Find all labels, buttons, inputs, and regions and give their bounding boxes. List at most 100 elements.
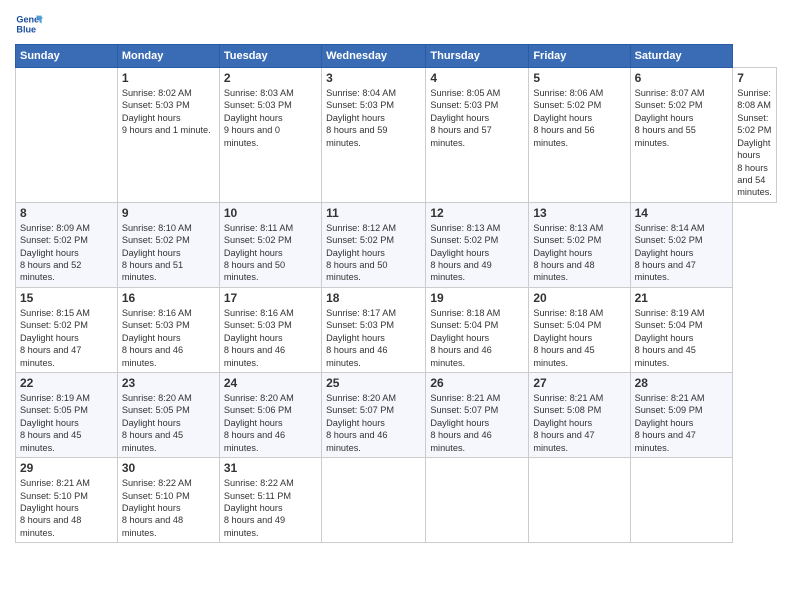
- day-cell: 31 Sunrise: 8:22 AM Sunset: 5:11 PM Dayl…: [219, 458, 321, 543]
- day-number: 7: [737, 71, 772, 85]
- day-cell: 19 Sunrise: 8:18 AM Sunset: 5:04 PM Dayl…: [426, 287, 529, 372]
- day-info: Sunrise: 8:18 AM Sunset: 5:04 PM Dayligh…: [533, 307, 625, 369]
- empty-cell: [16, 68, 118, 203]
- day-number: 18: [326, 291, 421, 305]
- day-info: Sunrise: 8:13 AM Sunset: 5:02 PM Dayligh…: [533, 222, 625, 284]
- day-info: Sunrise: 8:10 AM Sunset: 5:02 PM Dayligh…: [122, 222, 215, 284]
- day-info: Sunrise: 8:21 AM Sunset: 5:07 PM Dayligh…: [430, 392, 524, 454]
- day-info: Sunrise: 8:22 AM Sunset: 5:11 PM Dayligh…: [224, 477, 317, 539]
- day-cell: 3 Sunrise: 8:04 AM Sunset: 5:03 PM Dayli…: [322, 68, 426, 203]
- day-cell: 20 Sunrise: 8:18 AM Sunset: 5:04 PM Dayl…: [529, 287, 630, 372]
- day-number: 22: [20, 376, 113, 390]
- day-number: 31: [224, 461, 317, 475]
- day-cell: 13 Sunrise: 8:13 AM Sunset: 5:02 PM Dayl…: [529, 202, 630, 287]
- header-cell: Saturday: [630, 45, 733, 68]
- day-info: Sunrise: 8:13 AM Sunset: 5:02 PM Dayligh…: [430, 222, 524, 284]
- day-number: 8: [20, 206, 113, 220]
- day-cell: 12 Sunrise: 8:13 AM Sunset: 5:02 PM Dayl…: [426, 202, 529, 287]
- day-info: Sunrise: 8:15 AM Sunset: 5:02 PM Dayligh…: [20, 307, 113, 369]
- day-info: Sunrise: 8:09 AM Sunset: 5:02 PM Dayligh…: [20, 222, 113, 284]
- day-info: Sunrise: 8:18 AM Sunset: 5:04 PM Dayligh…: [430, 307, 524, 369]
- day-info: Sunrise: 8:03 AM Sunset: 5:03 PM Dayligh…: [224, 87, 317, 149]
- page: General Blue SundayMondayTuesdayWednesda…: [0, 0, 792, 612]
- day-info: Sunrise: 8:02 AM Sunset: 5:03 PM Dayligh…: [122, 87, 215, 137]
- logo: General Blue: [15, 10, 43, 38]
- week-row: 8 Sunrise: 8:09 AM Sunset: 5:02 PM Dayli…: [16, 202, 777, 287]
- week-row: 29 Sunrise: 8:21 AM Sunset: 5:10 PM Dayl…: [16, 458, 777, 543]
- day-info: Sunrise: 8:20 AM Sunset: 5:07 PM Dayligh…: [326, 392, 421, 454]
- day-cell: 26 Sunrise: 8:21 AM Sunset: 5:07 PM Dayl…: [426, 373, 529, 458]
- day-cell: 7 Sunrise: 8:08 AM Sunset: 5:02 PM Dayli…: [733, 68, 777, 203]
- logo-icon: General Blue: [15, 10, 43, 38]
- day-number: 19: [430, 291, 524, 305]
- day-cell: 22 Sunrise: 8:19 AM Sunset: 5:05 PM Dayl…: [16, 373, 118, 458]
- header-cell: Wednesday: [322, 45, 426, 68]
- empty-cell: [630, 458, 733, 543]
- header: General Blue: [15, 10, 777, 38]
- day-cell: 27 Sunrise: 8:21 AM Sunset: 5:08 PM Dayl…: [529, 373, 630, 458]
- day-cell: 4 Sunrise: 8:05 AM Sunset: 5:03 PM Dayli…: [426, 68, 529, 203]
- week-row: 15 Sunrise: 8:15 AM Sunset: 5:02 PM Dayl…: [16, 287, 777, 372]
- day-number: 14: [635, 206, 729, 220]
- day-cell: 8 Sunrise: 8:09 AM Sunset: 5:02 PM Dayli…: [16, 202, 118, 287]
- day-cell: 5 Sunrise: 8:06 AM Sunset: 5:02 PM Dayli…: [529, 68, 630, 203]
- day-number: 24: [224, 376, 317, 390]
- day-number: 23: [122, 376, 215, 390]
- day-number: 29: [20, 461, 113, 475]
- day-cell: 1 Sunrise: 8:02 AM Sunset: 5:03 PM Dayli…: [117, 68, 219, 203]
- day-number: 20: [533, 291, 625, 305]
- day-number: 2: [224, 71, 317, 85]
- day-cell: 16 Sunrise: 8:16 AM Sunset: 5:03 PM Dayl…: [117, 287, 219, 372]
- day-number: 5: [533, 71, 625, 85]
- day-number: 27: [533, 376, 625, 390]
- day-info: Sunrise: 8:11 AM Sunset: 5:02 PM Dayligh…: [224, 222, 317, 284]
- header-cell: Sunday: [16, 45, 118, 68]
- header-cell: Tuesday: [219, 45, 321, 68]
- day-number: 15: [20, 291, 113, 305]
- day-info: Sunrise: 8:16 AM Sunset: 5:03 PM Dayligh…: [122, 307, 215, 369]
- day-info: Sunrise: 8:20 AM Sunset: 5:06 PM Dayligh…: [224, 392, 317, 454]
- day-info: Sunrise: 8:05 AM Sunset: 5:03 PM Dayligh…: [430, 87, 524, 149]
- svg-text:Blue: Blue: [16, 24, 36, 34]
- header-row: SundayMondayTuesdayWednesdayThursdayFrid…: [16, 45, 777, 68]
- day-cell: 14 Sunrise: 8:14 AM Sunset: 5:02 PM Dayl…: [630, 202, 733, 287]
- day-info: Sunrise: 8:14 AM Sunset: 5:02 PM Dayligh…: [635, 222, 729, 284]
- day-number: 11: [326, 206, 421, 220]
- day-cell: 29 Sunrise: 8:21 AM Sunset: 5:10 PM Dayl…: [16, 458, 118, 543]
- day-info: Sunrise: 8:08 AM Sunset: 5:02 PM Dayligh…: [737, 87, 772, 199]
- week-row: 1 Sunrise: 8:02 AM Sunset: 5:03 PM Dayli…: [16, 68, 777, 203]
- header-cell: Thursday: [426, 45, 529, 68]
- day-number: 16: [122, 291, 215, 305]
- day-info: Sunrise: 8:21 AM Sunset: 5:08 PM Dayligh…: [533, 392, 625, 454]
- day-cell: 9 Sunrise: 8:10 AM Sunset: 5:02 PM Dayli…: [117, 202, 219, 287]
- header-cell: Monday: [117, 45, 219, 68]
- day-number: 12: [430, 206, 524, 220]
- day-cell: 18 Sunrise: 8:17 AM Sunset: 5:03 PM Dayl…: [322, 287, 426, 372]
- header-cell: Friday: [529, 45, 630, 68]
- day-cell: 25 Sunrise: 8:20 AM Sunset: 5:07 PM Dayl…: [322, 373, 426, 458]
- day-cell: 23 Sunrise: 8:20 AM Sunset: 5:05 PM Dayl…: [117, 373, 219, 458]
- calendar-table: SundayMondayTuesdayWednesdayThursdayFrid…: [15, 44, 777, 543]
- day-number: 28: [635, 376, 729, 390]
- day-info: Sunrise: 8:19 AM Sunset: 5:04 PM Dayligh…: [635, 307, 729, 369]
- day-number: 17: [224, 291, 317, 305]
- day-cell: 2 Sunrise: 8:03 AM Sunset: 5:03 PM Dayli…: [219, 68, 321, 203]
- day-info: Sunrise: 8:07 AM Sunset: 5:02 PM Dayligh…: [635, 87, 729, 149]
- day-cell: 6 Sunrise: 8:07 AM Sunset: 5:02 PM Dayli…: [630, 68, 733, 203]
- day-info: Sunrise: 8:16 AM Sunset: 5:03 PM Dayligh…: [224, 307, 317, 369]
- day-number: 13: [533, 206, 625, 220]
- day-number: 30: [122, 461, 215, 475]
- day-cell: 11 Sunrise: 8:12 AM Sunset: 5:02 PM Dayl…: [322, 202, 426, 287]
- day-number: 1: [122, 71, 215, 85]
- day-info: Sunrise: 8:19 AM Sunset: 5:05 PM Dayligh…: [20, 392, 113, 454]
- empty-cell: [529, 458, 630, 543]
- week-row: 22 Sunrise: 8:19 AM Sunset: 5:05 PM Dayl…: [16, 373, 777, 458]
- empty-cell: [426, 458, 529, 543]
- day-info: Sunrise: 8:12 AM Sunset: 5:02 PM Dayligh…: [326, 222, 421, 284]
- day-cell: 17 Sunrise: 8:16 AM Sunset: 5:03 PM Dayl…: [219, 287, 321, 372]
- day-info: Sunrise: 8:06 AM Sunset: 5:02 PM Dayligh…: [533, 87, 625, 149]
- day-number: 10: [224, 206, 317, 220]
- day-number: 25: [326, 376, 421, 390]
- day-cell: 24 Sunrise: 8:20 AM Sunset: 5:06 PM Dayl…: [219, 373, 321, 458]
- day-info: Sunrise: 8:17 AM Sunset: 5:03 PM Dayligh…: [326, 307, 421, 369]
